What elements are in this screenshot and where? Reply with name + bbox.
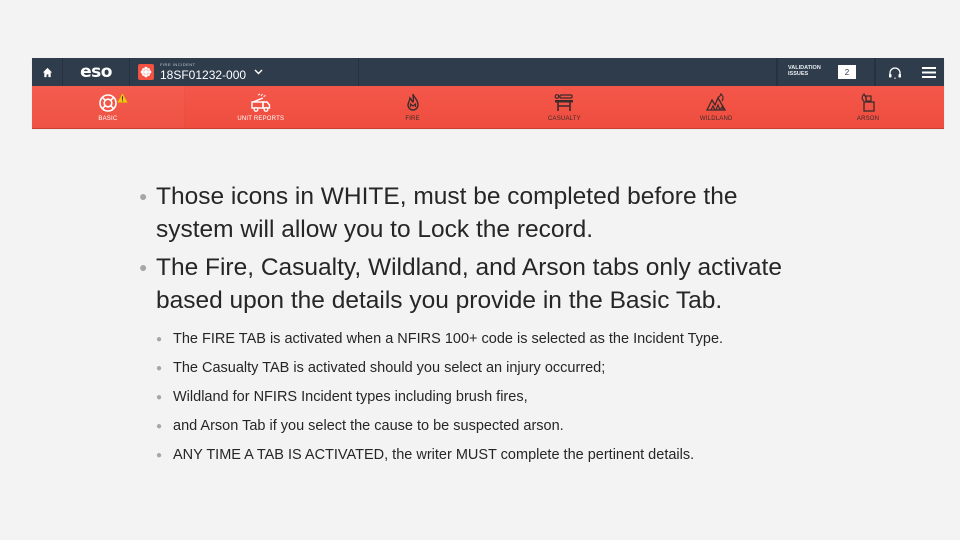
tab-wildland[interactable]: WILDLAND — [640, 86, 792, 128]
sub-bullet: ● The FIRE TAB is activated when a NFIRS… — [156, 325, 816, 354]
tab-fire[interactable]: FIRE — [337, 86, 489, 128]
tab-casualty[interactable]: CASUALTY — [488, 86, 640, 128]
warning-icon — [116, 92, 128, 103]
bullet-dot-icon: ● — [156, 392, 163, 403]
validation-issues-label: VALIDATION ISSUES — [788, 65, 821, 77]
lighter-icon — [861, 92, 875, 112]
bullet-dot-icon: ● — [156, 450, 163, 461]
bullet-dot-icon: ● — [139, 259, 148, 275]
tab-label: FIRE — [405, 115, 420, 122]
sub-bullet: ● The Casualty TAB is activated should y… — [156, 354, 816, 383]
bullet: ● The Fire, Casualty, Wildland, and Arso… — [136, 251, 816, 317]
validation-issues-button[interactable]: VALIDATION ISSUES 2 — [777, 58, 875, 86]
life-ring-icon — [99, 93, 117, 112]
chevron-down-icon[interactable] — [254, 67, 263, 77]
fire-truck-icon — [251, 93, 270, 112]
tab-label: UNIT REPORTS — [237, 115, 285, 122]
incident-number: 18SF01232-000 — [160, 68, 247, 82]
bullet-dot-icon: ● — [139, 188, 148, 204]
tab-label: WILDLAND — [699, 115, 733, 122]
sub-bullet-list: ● The FIRE TAB is activated when a NFIRS… — [156, 325, 816, 470]
eso-incident-app: eso FIRE INCIDENT 18SF01232-000 VALIDATI… — [32, 58, 944, 129]
tab-label: ARSON — [856, 115, 880, 122]
bullet-dot-icon: ● — [156, 334, 163, 345]
flame-icon — [406, 93, 419, 111]
sub-bullet: ● Wildland for NFIRS Incident types incl… — [156, 383, 816, 412]
bullet: ● Those icons in WHITE, must be complete… — [136, 180, 816, 246]
fire-department-emblem-icon — [138, 64, 154, 80]
stretcher-icon — [554, 93, 574, 111]
tab-basic[interactable]: BASIC — [32, 86, 185, 128]
report-tabs: BASIC UNIT REPORTS FIRE CASUALTY WILDLAN… — [32, 86, 944, 129]
validation-issues-count: 2 — [838, 65, 856, 79]
headset-icon — [889, 66, 901, 79]
slide-body: ● Those icons in WHITE, must be complete… — [136, 180, 816, 470]
home-button[interactable] — [32, 58, 63, 86]
bullet-dot-icon: ● — [156, 363, 163, 374]
support-button[interactable] — [875, 58, 914, 86]
tab-unit-reports[interactable]: UNIT REPORTS — [185, 86, 337, 128]
bullet-dot-icon: ● — [156, 421, 163, 432]
eso-logo[interactable]: eso — [63, 58, 130, 86]
incident-type-label: FIRE INCIDENT — [160, 62, 196, 67]
tab-label: CASUALTY — [547, 115, 581, 122]
tab-label: BASIC — [98, 115, 118, 122]
sub-bullet: ● ANY TIME A TAB IS ACTIVATED, the write… — [156, 441, 816, 470]
home-icon — [42, 67, 52, 77]
hamburger-menu-icon — [922, 66, 936, 78]
incident-selector[interactable]: FIRE INCIDENT 18SF01232-000 — [130, 58, 359, 86]
wildland-fire-icon — [706, 92, 727, 111]
sub-bullet: ● and Arson Tab if you select the cause … — [156, 412, 816, 441]
top-navigation-bar: eso FIRE INCIDENT 18SF01232-000 VALIDATI… — [32, 58, 944, 86]
tab-arson[interactable]: ARSON — [792, 86, 944, 128]
main-menu-button[interactable] — [914, 58, 944, 86]
